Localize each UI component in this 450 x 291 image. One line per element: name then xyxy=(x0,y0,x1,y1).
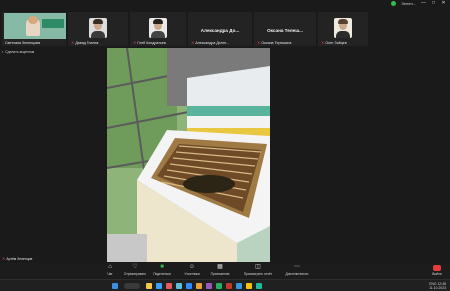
active-speaker-name: ✕ Артём Зеленцов xyxy=(2,256,33,261)
participant-name: Светлана Зеленцова xyxy=(5,41,41,45)
explorer-icon[interactable] xyxy=(146,283,152,289)
leave-button[interactable]: Выйти xyxy=(430,265,444,276)
participant-tile-2[interactable]: ✕ Давид Гнатюк xyxy=(68,12,128,46)
app-icon[interactable] xyxy=(226,283,232,289)
avatar xyxy=(89,18,107,38)
participant-name: Глеб Кондратьев xyxy=(137,40,166,45)
participant-tile-6[interactable]: ✕ Олег Зайцев xyxy=(318,12,368,46)
app-icon[interactable] xyxy=(236,283,242,289)
chat-icon: ⌂ xyxy=(108,264,112,270)
apps-button[interactable]: ▦ Приложения xyxy=(208,264,232,276)
participant-tile-1[interactable]: Светлана Зеленцова xyxy=(2,12,66,46)
more-button[interactable]: ⋯ Дополнительно xyxy=(282,264,312,276)
more-icon: ⋯ xyxy=(294,264,300,270)
mic-off-icon: ✕ xyxy=(191,40,195,45)
share-button[interactable]: ■ Поделиться xyxy=(150,264,174,276)
chat-button[interactable]: ⌂ Чат xyxy=(98,264,122,276)
search-box[interactable] xyxy=(124,283,140,289)
participants-button[interactable]: ☺ Участники xyxy=(180,264,204,276)
maximize-button[interactable]: □ xyxy=(431,1,436,6)
status-label: Зелен... xyxy=(401,1,416,6)
app-icon[interactable] xyxy=(166,283,172,289)
participant-display-name: Оксана Телеш... xyxy=(267,28,303,33)
participant-name: Давид Гнатюк xyxy=(75,40,99,45)
start-icon[interactable] xyxy=(112,283,118,289)
pin-icon: ▪ xyxy=(2,50,4,54)
app-icon[interactable] xyxy=(246,283,252,289)
mic-off-icon: ✕ xyxy=(321,40,325,45)
mic-off-icon: ✕ xyxy=(2,256,6,261)
close-button[interactable]: ✕ xyxy=(441,1,446,6)
report-icon: ◫ xyxy=(255,264,261,270)
participant-tile-3[interactable]: ✕ Глеб Кондратьев xyxy=(130,12,186,46)
participant-strip: Светлана Зеленцова ✕ Давид Гнатюк ✕ Глеб К… xyxy=(0,10,450,48)
system-tray[interactable]: ENG 12:48 11.10.2023 xyxy=(429,282,446,290)
participant-display-name: Александра До... xyxy=(200,28,240,33)
app-icon[interactable] xyxy=(196,283,202,289)
beehive-video-image xyxy=(107,48,270,262)
app-icon[interactable] xyxy=(256,283,262,289)
minimize-button[interactable]: — xyxy=(421,1,426,6)
mic-off-icon: ✕ xyxy=(71,40,75,45)
participant-name: Оксана Терешина xyxy=(261,40,292,45)
avatar xyxy=(149,18,167,38)
participant-video xyxy=(4,13,66,39)
mic-off-icon: ✕ xyxy=(133,40,137,45)
participant-tile-5[interactable]: Оксана Телеш... ✕ Оксана Терешина xyxy=(254,12,316,46)
leave-icon xyxy=(433,265,441,271)
participant-tile-4[interactable]: Александра До... ✕ Александра Догнн... xyxy=(188,12,252,46)
participants-icon: ☺ xyxy=(188,264,196,270)
main-video-feed xyxy=(107,48,270,262)
os-taskbar: ENG 12:48 11.10.2023 xyxy=(0,279,450,291)
report-button[interactable]: ◫ Просмотреть отчёт xyxy=(238,264,278,276)
clock-date: 11.10.2023 xyxy=(429,286,446,290)
title-bar: Зелен... — □ ✕ xyxy=(0,0,450,10)
avatar xyxy=(334,18,352,38)
participant-name: Александра Догнн... xyxy=(195,40,230,45)
app-icon[interactable] xyxy=(216,283,222,289)
react-icon: ♡ xyxy=(132,264,138,270)
edge-icon[interactable] xyxy=(156,283,162,289)
apps-icon: ▦ xyxy=(217,264,223,270)
app-icon[interactable] xyxy=(176,283,182,289)
connection-status-icon xyxy=(391,1,397,6)
spotlight-option[interactable]: ▪ Сделать акцентом xyxy=(2,50,34,54)
app-icon[interactable] xyxy=(206,283,212,289)
react-button[interactable]: ♡ Отреагировать xyxy=(123,264,147,276)
share-icon: ■ xyxy=(160,264,164,270)
participant-name: Олег Зайцев xyxy=(325,40,347,45)
meeting-toolbar: ⌂ Чат ♡ Отреагировать ■ Поделиться ☺ Уча… xyxy=(0,263,450,279)
zoom-icon[interactable] xyxy=(186,283,192,289)
mic-off-icon: ✕ xyxy=(257,40,261,45)
